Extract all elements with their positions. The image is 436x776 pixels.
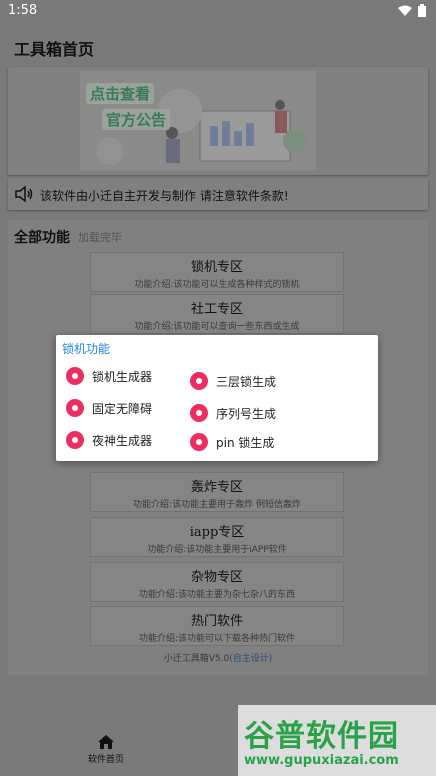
- radio-icon: [190, 372, 208, 390]
- feature-desc: 功能介绍:该功能可以查询一些东西或生成: [134, 322, 300, 332]
- feature-name: 社工专区: [190, 302, 243, 317]
- feature-misc-zone[interactable]: 杂物专区 功能介绍:该功能主要为杂七杂八的东西: [90, 562, 344, 602]
- option-nox-generator[interactable]: 夜神生成器: [66, 431, 152, 449]
- option-pin-lock[interactable]: pin 锁生成: [190, 433, 274, 451]
- option-label: 序列号生成: [216, 406, 277, 421]
- radio-icon: [66, 431, 84, 449]
- feature-name: 杂物专区: [190, 570, 243, 585]
- status-bar: 1:58: [0, 0, 436, 22]
- banner-text-line1: 点击查看: [86, 83, 155, 104]
- nav-home-label: 软件首页: [88, 755, 125, 765]
- feature-social-zone[interactable]: 社工专区 功能介绍:该功能可以查询一些东西或生成: [90, 294, 344, 334]
- feature-hot-software[interactable]: 热门软件 功能介绍:该功能可以下载各种热门软件: [90, 606, 344, 646]
- dialog-title: 锁机功能: [62, 342, 111, 356]
- feature-name: 轰炸专区: [190, 480, 243, 495]
- feature-name: 锁机专区: [190, 260, 243, 275]
- battery-icon: [418, 4, 426, 17]
- version-text: 小迁工具箱V5.0: [163, 654, 230, 664]
- feature-desc: 功能介绍:该功能主要用于轰炸 例短信轰炸: [133, 500, 301, 510]
- lock-function-dialog: 锁机功能 锁机生成器 三层锁生成 固定无障碍 序列号生成 夜神生成器 pin 锁…: [56, 335, 378, 461]
- watermark-title: 谷普软件园: [244, 719, 399, 754]
- page-title: 工具箱首页: [14, 40, 95, 59]
- watermark-url: www.gupuxiazai.com: [244, 753, 399, 768]
- load-status: 加载完毕: [78, 231, 122, 244]
- status-icons: [398, 4, 426, 17]
- option-label: 三层锁生成: [216, 374, 277, 389]
- speaker-icon: [15, 185, 33, 203]
- feature-iapp-zone[interactable]: iapp专区 功能介绍:该功能主要用于iAPP软件: [90, 517, 344, 557]
- status-time: 1:58: [8, 3, 38, 18]
- site-watermark: 谷普软件园 www.gupuxiazai.com: [238, 705, 436, 776]
- option-fixed-accessibility[interactable]: 固定无障碍: [66, 399, 152, 417]
- nav-home[interactable]: 软件首页: [88, 734, 124, 765]
- notice-bar: 该软件由小迁自主开发与制作 请注意软件条款!: [8, 178, 428, 210]
- wifi-icon: [398, 5, 412, 16]
- radio-icon: [190, 433, 208, 451]
- option-lock-generator[interactable]: 锁机生成器: [66, 367, 152, 385]
- feature-name: 热门软件: [190, 614, 243, 629]
- feature-lock-zone[interactable]: 锁机专区 功能介绍:该功能可以生成各种样式的锁机: [90, 252, 344, 292]
- version-note: 小迁工具箱V5.0(自主设计): [8, 651, 428, 664]
- home-icon: [98, 735, 114, 749]
- option-serial-generator[interactable]: 序列号生成: [190, 404, 276, 422]
- feature-desc: 功能介绍:该功能主要用于iAPP软件: [147, 545, 287, 555]
- design-link[interactable]: (自主设计): [229, 654, 272, 664]
- notice-text: 该软件由小迁自主开发与制作 请注意软件条款!: [40, 189, 289, 203]
- feature-desc: 功能介绍:该功能可以生成各种样式的锁机: [134, 280, 300, 290]
- option-label: 夜神生成器: [92, 433, 153, 448]
- banner-text-line2: 官方公告: [102, 109, 171, 130]
- option-label: 锁机生成器: [92, 369, 153, 384]
- feature-desc: 功能介绍:该功能可以下载各种热门软件: [138, 634, 296, 644]
- option-label: 固定无障碍: [92, 401, 153, 416]
- feature-name: iapp专区: [189, 525, 245, 540]
- announcement-banner[interactable]: 点击查看 官方公告: [8, 67, 428, 175]
- radio-icon: [66, 399, 84, 417]
- option-triple-lock[interactable]: 三层锁生成: [190, 372, 276, 390]
- radio-icon: [66, 367, 84, 385]
- banner-image[interactable]: 点击查看 官方公告: [80, 71, 316, 171]
- feature-desc: 功能介绍:该功能主要为杂七杂八的东西: [138, 590, 296, 600]
- option-label: pin 锁生成: [216, 435, 275, 450]
- feature-bomb-zone[interactable]: 轰炸专区 功能介绍:该功能主要用于轰炸 例短信轰炸: [90, 472, 344, 512]
- section-title: 全部功能: [14, 230, 70, 246]
- radio-icon: [190, 404, 208, 422]
